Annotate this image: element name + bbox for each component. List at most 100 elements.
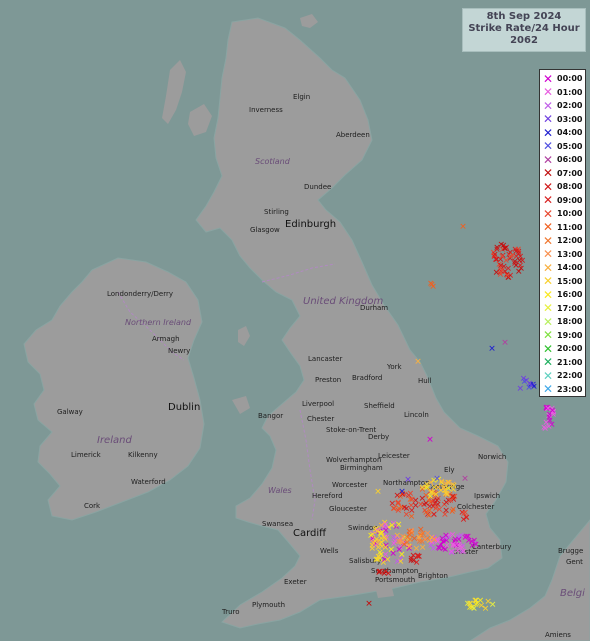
place-kilkenny: Kilkenny [128,451,158,459]
place-gent: Gent [566,558,583,566]
legend-row: ✕ 17:00 [542,302,585,316]
strike-marker-icon: ✕ [542,260,554,275]
strike-marker-icon: ✕ [542,341,554,356]
strike-marker: ✕ [545,422,553,433]
place-dundee: Dundee [304,183,332,191]
legend-row: ✕ 05:00 [542,140,585,154]
time-legend: ✕ 00:00 ✕ 01:00 ✕ 02:00 ✕ 03:00 ✕ 04:00 ✕ 05:00 ✕ 06:… [539,69,586,397]
place-preston: Preston [315,376,342,384]
strike-marker: ✕ [530,382,538,393]
legend-row: ✕ 02:00 [542,99,585,113]
legend-row: ✕ 23:00 [542,383,585,397]
strike-marker-icon: ✕ [542,287,554,302]
strike-marker-icon: ✕ [542,301,554,316]
orkney [300,14,318,28]
strike-marker: ✕ [388,499,397,510]
region-scotland: Scotland [255,157,290,166]
place-lincoln: Lincoln [404,411,429,419]
strike-marker: ✕ [477,601,486,612]
place-truro: Truro [222,608,240,616]
strike-marker: ✕ [365,599,373,610]
skye [188,104,212,136]
strike-marker-icon: ✕ [542,139,554,154]
legend-label: 00:00 [557,74,583,84]
place-sheffield: Sheffield [364,402,395,410]
strike-marker: ✕ [443,541,451,552]
strike-marker: ✕ [515,267,523,278]
place-swansea: Swansea [262,520,294,528]
info-count: 2062 [510,35,538,46]
legend-row: ✕ 01:00 [542,86,585,100]
legend-row: ✕ 21:00 [542,356,585,370]
strike-marker: ✕ [448,530,457,541]
legend-label: 11:00 [557,222,583,232]
legend-row: ✕ 20:00 [542,342,585,356]
strike-marker: ✕ [488,600,497,611]
strike-marker: ✕ [488,344,496,355]
strike-marker-icon: ✕ [542,179,554,194]
place-wolverhampton: Wolverhampton [326,456,382,464]
legend-row: ✕ 14:00 [542,261,585,275]
strike-marker-icon: ✕ [542,233,554,248]
info-box: 8th Sep 2024 Strike Rate/24 Hour 2062 [462,8,586,52]
region-wales: Wales [268,486,292,495]
place-birmingham: Birmingham [340,464,383,472]
strike-marker-icon: ✕ [542,112,554,127]
place-hull: Hull [418,377,432,385]
place-plymouth: Plymouth [252,601,286,609]
legend-row: ✕ 04:00 [542,126,585,140]
legend-label: 08:00 [557,182,583,192]
legend-row: ✕ 16:00 [542,288,585,302]
place-worcester: Worcester [332,481,368,489]
place-elgin: Elgin [293,93,311,101]
place-waterford: Waterford [131,478,166,486]
strike-marker: ✕ [496,261,505,272]
strike-marker: ✕ [512,247,520,258]
region-ireland: Ireland [97,435,132,446]
strike-marker-icon: ✕ [542,368,554,383]
strike-marker: ✕ [503,271,511,282]
strike-marker: ✕ [398,487,406,498]
lightning-map[interactable]: Scotland United Kingdom Northern Ireland… [0,0,590,641]
strike-marker: ✕ [430,535,439,546]
place-limerick: Limerick [71,451,101,459]
strike-marker-icon: ✕ [542,220,554,235]
place-derby: Derby [368,433,390,441]
legend-label: 14:00 [557,263,583,273]
strike-marker: ✕ [433,474,441,485]
strike-marker-icon: ✕ [542,328,554,343]
strike-marker-icon: ✕ [542,355,554,370]
info-title: Strike Rate/24 Hour [468,23,580,34]
legend-row: ✕ 03:00 [542,113,585,127]
place-aberdeen: Aberdeen [336,131,370,139]
strike-marker: ✕ [374,487,382,498]
legend-label: 21:00 [557,357,583,367]
strike-marker-icon: ✕ [542,206,554,221]
strike-marker: ✕ [407,529,416,540]
legend-row: ✕ 10:00 [542,207,585,221]
place-hereford: Hereford [312,492,343,500]
place-amiens: Amiens [545,631,571,639]
legend-label: 20:00 [557,344,583,354]
place-ipswich: Ipswich [474,492,501,500]
legend-row: ✕ 19:00 [542,329,585,343]
place-cork: Cork [84,502,101,510]
legend-row: ✕ 11:00 [542,221,585,235]
region-belgie: Belgi [560,588,585,599]
strike-marker: ✕ [501,338,509,349]
legend-label: 07:00 [557,168,583,178]
strike-marker: ✕ [465,599,474,610]
legend-label: 09:00 [557,195,583,205]
place-stirling: Stirling [264,208,289,216]
strike-marker: ✕ [371,537,380,548]
legend-row: ✕ 12:00 [542,234,585,248]
hebrides [162,60,186,124]
legend-label: 18:00 [557,317,583,327]
place-brugge: Brugge [558,547,584,555]
legend-label: 02:00 [557,101,583,111]
legend-label: 06:00 [557,155,583,165]
place-york: York [387,363,402,371]
strike-marker: ✕ [544,404,552,415]
strike-marker-icon: ✕ [542,193,554,208]
strike-marker: ✕ [421,506,429,517]
